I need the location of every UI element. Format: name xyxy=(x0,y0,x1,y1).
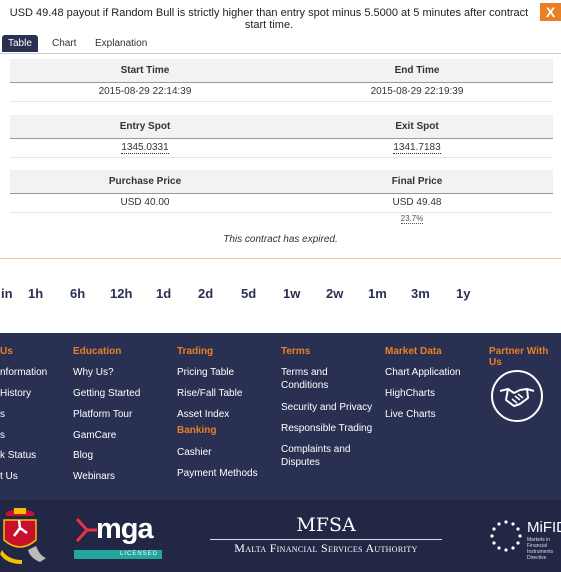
mga-logo: mga xyxy=(96,513,154,545)
start-time-label: Start Time xyxy=(120,65,170,76)
footer-link-getting-started[interactable]: Getting Started xyxy=(73,387,140,400)
footer-link-why-us[interactable]: Why Us? xyxy=(73,366,114,379)
time-value-row: 2015-08-29 22:14:39 2015-08-29 22:19:39 xyxy=(10,83,553,102)
contract-dialog: USD 49.48 payout if Random Bull is stric… xyxy=(0,0,561,259)
footer-heading-about: Us xyxy=(0,346,13,357)
profit-percent[interactable]: 23.7% xyxy=(400,214,424,224)
spot-value-row: 1345.0331 1341.7183 xyxy=(10,139,553,158)
footer-heading-partner: Partner With Us xyxy=(489,346,549,368)
spot-table: Entry Spot Exit Spot 1345.0331 1341.7183 xyxy=(10,115,553,158)
dialog-tabs: Table Chart Explanation xyxy=(0,34,561,54)
final-price-label: Final Price xyxy=(391,176,443,187)
isle-of-man-crest-icon xyxy=(0,508,46,564)
mifid-logo: MiFID xyxy=(527,519,561,536)
footer-link-chart-application[interactable]: Chart Application xyxy=(385,366,461,379)
footer-link[interactable]: s xyxy=(0,429,5,442)
dialog-title: USD 49.48 payout if Random Bull is stric… xyxy=(0,0,538,32)
timeframe-1h[interactable]: 1h xyxy=(28,286,43,301)
handshake-icon[interactable] xyxy=(490,369,544,423)
footer-link-highcharts[interactable]: HighCharts xyxy=(385,387,435,400)
close-button[interactable]: X xyxy=(540,3,561,21)
timeframe-5d[interactable]: 5d xyxy=(241,286,256,301)
timeframe-1w[interactable]: 1w xyxy=(283,286,300,301)
mfsa-name: Malta Financial Services Authority xyxy=(234,541,418,555)
footer-heading-trading: Trading xyxy=(177,346,214,357)
footer-link[interactable]: nformation xyxy=(0,366,47,379)
timeframe-2w[interactable]: 2w xyxy=(326,286,343,301)
footer-link-gamcare[interactable]: GamCare xyxy=(73,429,116,442)
time-table: Start Time End Time 2015-08-29 22:14:39 … xyxy=(10,59,553,102)
timeframe-1y[interactable]: 1y xyxy=(456,286,470,301)
footer-heading-education: Education xyxy=(73,346,122,357)
mfsa-divider xyxy=(210,539,442,540)
mga-licensed-badge: LICENSED xyxy=(74,550,162,559)
footer-heading-terms: Terms xyxy=(281,346,311,357)
entry-spot-label: Entry Spot xyxy=(119,121,171,132)
exit-spot-value[interactable]: 1341.7183 xyxy=(393,142,441,154)
footer-link-platform-tour[interactable]: Platform Tour xyxy=(73,408,132,421)
footer-link[interactable]: s xyxy=(0,408,5,421)
footer-heading-market-data: Market Data xyxy=(385,346,442,357)
footer-link-complaints-disputes[interactable]: Complaints and Disputes xyxy=(281,443,361,469)
footer-link[interactable]: History xyxy=(0,387,31,400)
end-time-value: 2015-08-29 22:19:39 xyxy=(370,86,464,97)
footer-link-security-privacy[interactable]: Security and Privacy xyxy=(281,401,372,414)
site-footer: Us nformation History s s k Status t Us … xyxy=(0,333,561,500)
footer-link-payment-methods[interactable]: Payment Methods xyxy=(177,467,258,480)
expired-message: This contract has expired. xyxy=(223,234,338,245)
profit-percent-wrapper: 23.7% xyxy=(282,214,542,224)
mifid-subtitle: Markets in Financial Instruments Directi… xyxy=(527,537,554,561)
timeframe-2d[interactable]: 2d xyxy=(198,286,213,301)
timeframe-1m[interactable]: 1m xyxy=(368,286,387,301)
footer-link-blog[interactable]: Blog xyxy=(73,449,93,462)
tab-table[interactable]: Table xyxy=(2,35,38,52)
eu-stars-icon xyxy=(490,520,522,552)
final-price-value: USD 49.48 xyxy=(392,197,442,208)
start-time-value: 2015-08-29 22:14:39 xyxy=(98,86,192,97)
footer-heading-banking: Banking xyxy=(177,425,217,436)
purchase-price-label: Purchase Price xyxy=(108,176,182,187)
timeframe-3m[interactable]: 3m xyxy=(411,286,430,301)
footer-link-responsible-trading[interactable]: Responsible Trading xyxy=(281,422,372,435)
price-table: Purchase Price Final Price USD 40.00 USD… xyxy=(10,170,553,213)
end-time-label: End Time xyxy=(394,65,440,76)
footer-link[interactable]: t Us xyxy=(0,470,18,483)
entry-spot-value[interactable]: 1345.0331 xyxy=(121,142,169,154)
tab-chart[interactable]: Chart xyxy=(52,35,76,52)
footer-link-rise-fall-table[interactable]: Rise/Fall Table xyxy=(177,387,242,400)
footer-link-terms-conditions[interactable]: Terms and Conditions xyxy=(281,366,361,392)
footer-link-pricing-table[interactable]: Pricing Table xyxy=(177,366,234,379)
spot-header-row: Entry Spot Exit Spot xyxy=(10,115,553,139)
footer-link-webinars[interactable]: Webinars xyxy=(73,470,115,483)
price-value-row: USD 40.00 USD 49.48 xyxy=(10,194,553,213)
footer-link[interactable]: k Status xyxy=(0,449,36,462)
time-header-row: Start Time End Time xyxy=(10,59,553,83)
tab-explanation[interactable]: Explanation xyxy=(95,35,147,52)
timeframe-12h[interactable]: 12h xyxy=(110,286,132,301)
purchase-price-value: USD 40.00 xyxy=(120,197,170,208)
timeframe-6h[interactable]: 6h xyxy=(70,286,85,301)
footer-link-live-charts[interactable]: Live Charts xyxy=(385,408,436,421)
timeframe-1d[interactable]: 1d xyxy=(156,286,171,301)
exit-spot-label: Exit Spot xyxy=(395,121,439,132)
price-header-row: Purchase Price Final Price xyxy=(10,170,553,194)
mfsa-logo: MFSA xyxy=(296,514,356,536)
footer-link-cashier[interactable]: Cashier xyxy=(177,446,211,459)
timeframe-in[interactable]: in xyxy=(1,286,13,301)
footer-link-asset-index[interactable]: Asset Index xyxy=(177,408,229,421)
timeframe-bar: in 1h 6h 12h 1d 2d 5d 1w 2w 1m 3m 1y xyxy=(0,286,561,306)
